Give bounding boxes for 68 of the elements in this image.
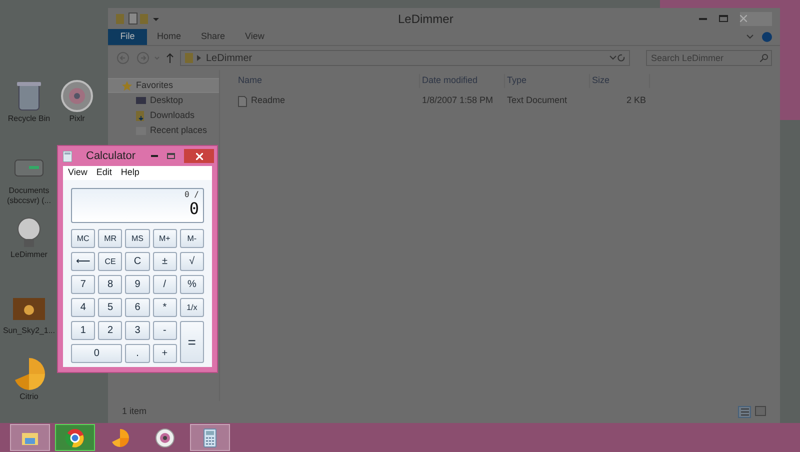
close-icon xyxy=(196,152,202,160)
calculator-key[interactable]: CE xyxy=(98,252,122,271)
menu-item[interactable]: View xyxy=(68,166,88,180)
calculator-key[interactable]: ⟵ xyxy=(71,252,96,271)
menu-item[interactable]: Help xyxy=(120,166,140,180)
calculator-key[interactable]: 7 xyxy=(71,275,96,294)
calculator-key[interactable]: M+ xyxy=(152,229,177,248)
document-icon xyxy=(238,96,247,106)
folder-icon xyxy=(185,53,193,63)
calculator-key[interactable]: ± xyxy=(152,252,177,271)
maximize-icon[interactable] xyxy=(719,15,728,22)
taskbar-button[interactable] xyxy=(10,424,50,451)
calculator-key[interactable]: 4 xyxy=(71,298,96,317)
minimize-icon[interactable] xyxy=(699,18,707,20)
calculator-key[interactable]: = xyxy=(180,321,204,363)
calculator-key[interactable]: / xyxy=(152,275,177,294)
calculator-key[interactable]: MC xyxy=(71,229,96,248)
file-name: Readme xyxy=(251,94,286,108)
window-title: LeDimmer xyxy=(398,10,454,28)
calculator-key[interactable]: MS xyxy=(125,229,150,248)
calculator-key[interactable]: % xyxy=(180,275,204,294)
ribbon-tab[interactable]: File xyxy=(108,29,147,45)
table-cell-text: 2 KB xyxy=(625,94,647,108)
expression-text: 0 / xyxy=(184,190,199,200)
refresh-icon xyxy=(609,54,625,62)
calculator-key[interactable]: + xyxy=(152,344,177,363)
calculator-key[interactable]: M- xyxy=(180,229,204,248)
help-icon[interactable] xyxy=(762,32,772,42)
calculator-key[interactable]: 1 xyxy=(71,321,96,340)
calculator-key[interactable]: 9 xyxy=(125,275,150,294)
calculator-key[interactable]: 3 xyxy=(125,321,150,340)
calculator-key[interactable]: 1/x xyxy=(180,298,204,317)
calculator-key[interactable]: MR xyxy=(98,229,122,248)
calculator-key[interactable]: . xyxy=(125,344,150,363)
monitor-icon xyxy=(136,96,146,106)
status-text: 1 item xyxy=(122,405,147,418)
calculator-key[interactable]: C xyxy=(125,252,150,271)
browser-icon xyxy=(64,426,86,448)
calculator-key[interactable]: 8 xyxy=(98,275,122,294)
table-cell-text: 1/8/2007 1:58 PM xyxy=(421,94,494,108)
result-text: 0 xyxy=(189,200,199,218)
calculator-icon xyxy=(63,150,72,162)
citrus-icon xyxy=(109,426,131,448)
calculator-key[interactable]: * xyxy=(152,298,177,317)
calculator-key[interactable]: 2 xyxy=(98,321,122,340)
calculator-key[interactable]: 0 xyxy=(71,344,122,363)
camera-lens-icon xyxy=(154,426,176,448)
table-cell-text: Text Document xyxy=(506,94,568,108)
chevron-icon xyxy=(746,34,754,40)
navigation-buttons-icon xyxy=(116,51,176,65)
menu-item[interactable]: Edit xyxy=(96,166,112,180)
close-button[interactable] xyxy=(184,149,214,163)
search-icon xyxy=(760,54,768,62)
calculator-key[interactable]: √ xyxy=(180,252,204,271)
maximize-icon[interactable] xyxy=(167,153,175,159)
folder-icon xyxy=(136,110,146,120)
calculator-key[interactable]: - xyxy=(152,321,177,340)
star-icon xyxy=(122,80,132,90)
window-title: Calculator xyxy=(86,148,136,164)
details-view-icon xyxy=(738,406,751,418)
breadcrumb-arrow-icon xyxy=(197,55,202,61)
taskbar-button[interactable] xyxy=(190,424,230,451)
calculator-key[interactable]: 6 xyxy=(125,298,150,317)
close-button[interactable] xyxy=(740,12,772,26)
calculator-key[interactable]: 5 xyxy=(98,298,122,317)
taskbar-button[interactable] xyxy=(55,424,95,451)
tiles-view-icon xyxy=(755,406,766,416)
close-icon xyxy=(740,15,747,22)
